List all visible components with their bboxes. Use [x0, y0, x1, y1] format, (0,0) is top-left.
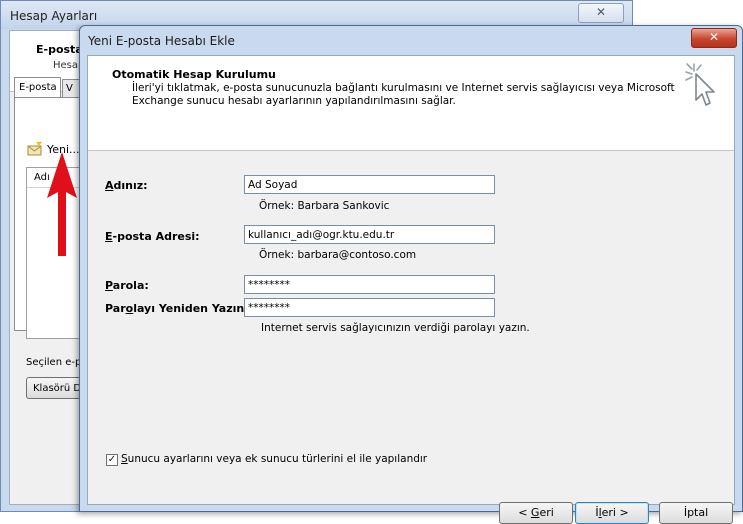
dialog-content: Otomatik Hesap Kurulumu İleri'yi tıklatm…: [87, 55, 735, 524]
new-account-icon[interactable]: [27, 141, 43, 156]
manual-config-checkbox[interactable]: ✓: [106, 454, 118, 466]
name-label: Adınız:: [105, 179, 148, 192]
dialog-title: Yeni E-posta Hesabı Ekle: [88, 34, 235, 48]
header-title: E-posta: [36, 43, 83, 56]
email-field[interactable]: [244, 225, 495, 244]
cancel-button[interactable]: İptal: [659, 502, 733, 524]
password-field[interactable]: [244, 275, 495, 294]
back-button[interactable]: < Geri: [499, 502, 573, 524]
close-button[interactable]: ✕: [578, 3, 624, 23]
manual-config-access-key: S: [121, 453, 128, 465]
dialog-header: Otomatik Hesap Kurulumu İleri'yi tıklatm…: [88, 56, 734, 151]
add-email-account-dialog: Yeni E-posta Hesabı Ekle ✕ Otomatik Hesa…: [79, 25, 743, 524]
email-label: E-posta Adresi:: [105, 230, 200, 243]
email-example: Örnek: barbara@contoso.com: [259, 249, 417, 261]
password-label-access-key: P: [105, 279, 113, 292]
password-confirm-label-text: layı Yeniden Yazın:: [133, 302, 249, 315]
tab-next[interactable]: V: [62, 79, 80, 97]
next-label-text: eri >: [601, 506, 629, 519]
header-title: Otomatik Hesap Kurulumu: [112, 68, 276, 81]
cursor-sparkle-icon: [685, 63, 715, 106]
email-label-access-key: E: [105, 230, 113, 243]
close-button[interactable]: ✕: [691, 28, 737, 48]
name-field[interactable]: [244, 175, 495, 194]
name-label-text: dınız:: [113, 179, 148, 192]
email-label-text: -posta Adresi:: [112, 230, 200, 243]
manual-config-label-text: unucu ayarlarını veya ek sunucu türlerin…: [127, 453, 428, 465]
back-label-prefix: <: [518, 506, 531, 519]
arrow-up-icon: [47, 152, 77, 256]
header-description: İleri'yi tıklatmak, e-posta sunucunuzla …: [132, 82, 675, 107]
change-folder-button[interactable]: Klasörü D: [26, 377, 86, 399]
manual-config-label[interactable]: Sunucu ayarlarını veya ek sunucu türleri…: [121, 453, 427, 465]
password-confirm-label: Parolayı Yeniden Yazın:: [105, 302, 249, 315]
password-hint: Internet servis sağlayıcınızın verdiği p…: [261, 322, 530, 334]
password-label-text: arola:: [112, 279, 149, 292]
window-title: Hesap Ayarları: [10, 9, 98, 23]
tab-e-posta[interactable]: E-posta: [14, 77, 61, 97]
password-confirm-label-prefix: Par: [105, 302, 126, 315]
name-example: Örnek: Barbara Sankovic: [259, 200, 390, 212]
name-label-access-key: A: [105, 179, 114, 192]
password-confirm-field[interactable]: [244, 298, 495, 317]
back-label-text: eri: [539, 506, 554, 519]
password-label: Parola:: [105, 279, 149, 292]
next-button[interactable]: İleri >: [575, 502, 649, 524]
